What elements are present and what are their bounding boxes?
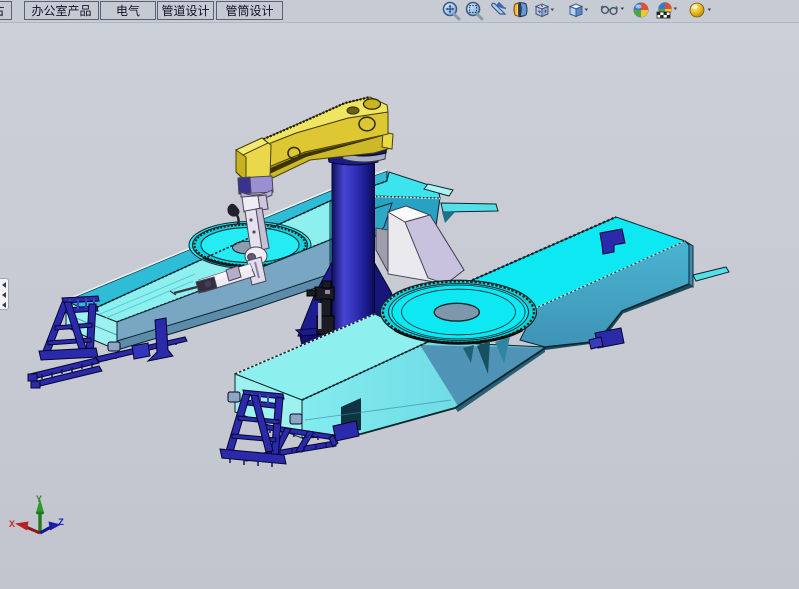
svg-text:Y: Y	[36, 495, 42, 506]
svg-text:X: X	[9, 520, 15, 531]
svg-text:Z: Z	[58, 518, 64, 529]
